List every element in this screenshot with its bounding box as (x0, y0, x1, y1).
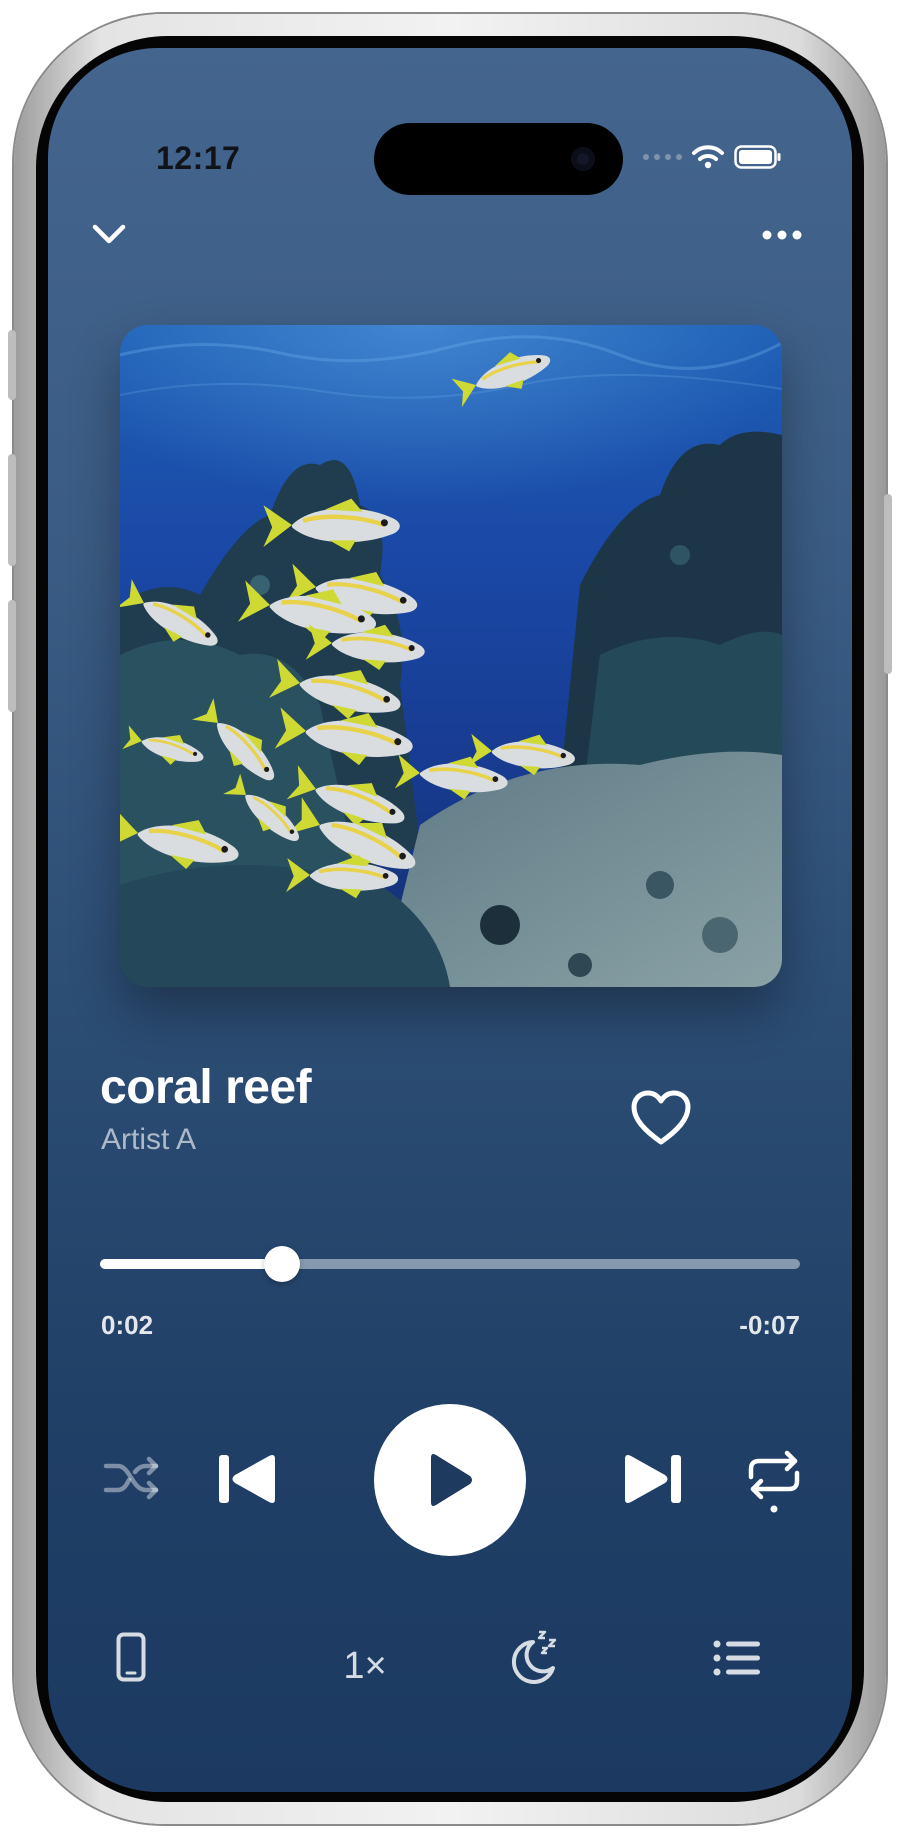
action-button (8, 330, 16, 400)
phone-device-icon (116, 1632, 146, 1682)
status-time: 12:17 (156, 140, 241, 176)
playback-speed-button[interactable]: 1× (325, 1645, 405, 1688)
collapse-player-button[interactable] (80, 206, 138, 264)
queue-list-icon (713, 1640, 760, 1676)
volume-up-button (8, 454, 16, 566)
progress-slider[interactable] (100, 1246, 800, 1282)
player-screen: 12:17 coral reef Artist A 0:02 -0:07 1× (48, 48, 852, 1792)
sleep-timer-button[interactable] (504, 1620, 566, 1692)
repeat-one-icon (748, 1450, 800, 1513)
cellular-signal-icon (643, 154, 682, 160)
chevron-down-icon (92, 224, 126, 244)
heart-icon (631, 1090, 691, 1145)
previous-track-button[interactable] (208, 1446, 288, 1512)
next-track-button[interactable] (612, 1446, 692, 1512)
wifi-icon (692, 145, 724, 169)
more-options-button[interactable] (752, 206, 812, 264)
status-icons (643, 144, 782, 170)
track-title: coral reef (100, 1061, 312, 1114)
more-horizontal-icon (762, 230, 802, 240)
album-artwork (120, 325, 782, 987)
queue-button[interactable] (702, 1628, 772, 1688)
power-button (884, 494, 892, 674)
elapsed-time: 0:02 (101, 1310, 154, 1340)
output-device-button[interactable] (106, 1622, 156, 1692)
skip-previous-icon (219, 1455, 275, 1503)
progress-thumb[interactable] (264, 1246, 300, 1282)
play-icon (431, 1454, 472, 1506)
volume-down-button (8, 600, 16, 712)
shuffle-icon (103, 1456, 159, 1500)
shuffle-button[interactable] (96, 1446, 168, 1510)
track-artist[interactable]: Artist A (101, 1123, 196, 1157)
progress-fill (100, 1259, 282, 1269)
battery-icon (734, 145, 781, 169)
sleep-timer-icon (511, 1630, 557, 1684)
remaining-time: -0:07 (739, 1310, 800, 1340)
favorite-button[interactable] (626, 1083, 696, 1153)
play-button[interactable] (374, 1404, 526, 1556)
skip-next-icon (625, 1455, 681, 1503)
dynamic-island (374, 123, 623, 195)
coral-reef-artwork-image (120, 325, 782, 987)
repeat-button[interactable] (738, 1440, 810, 1520)
